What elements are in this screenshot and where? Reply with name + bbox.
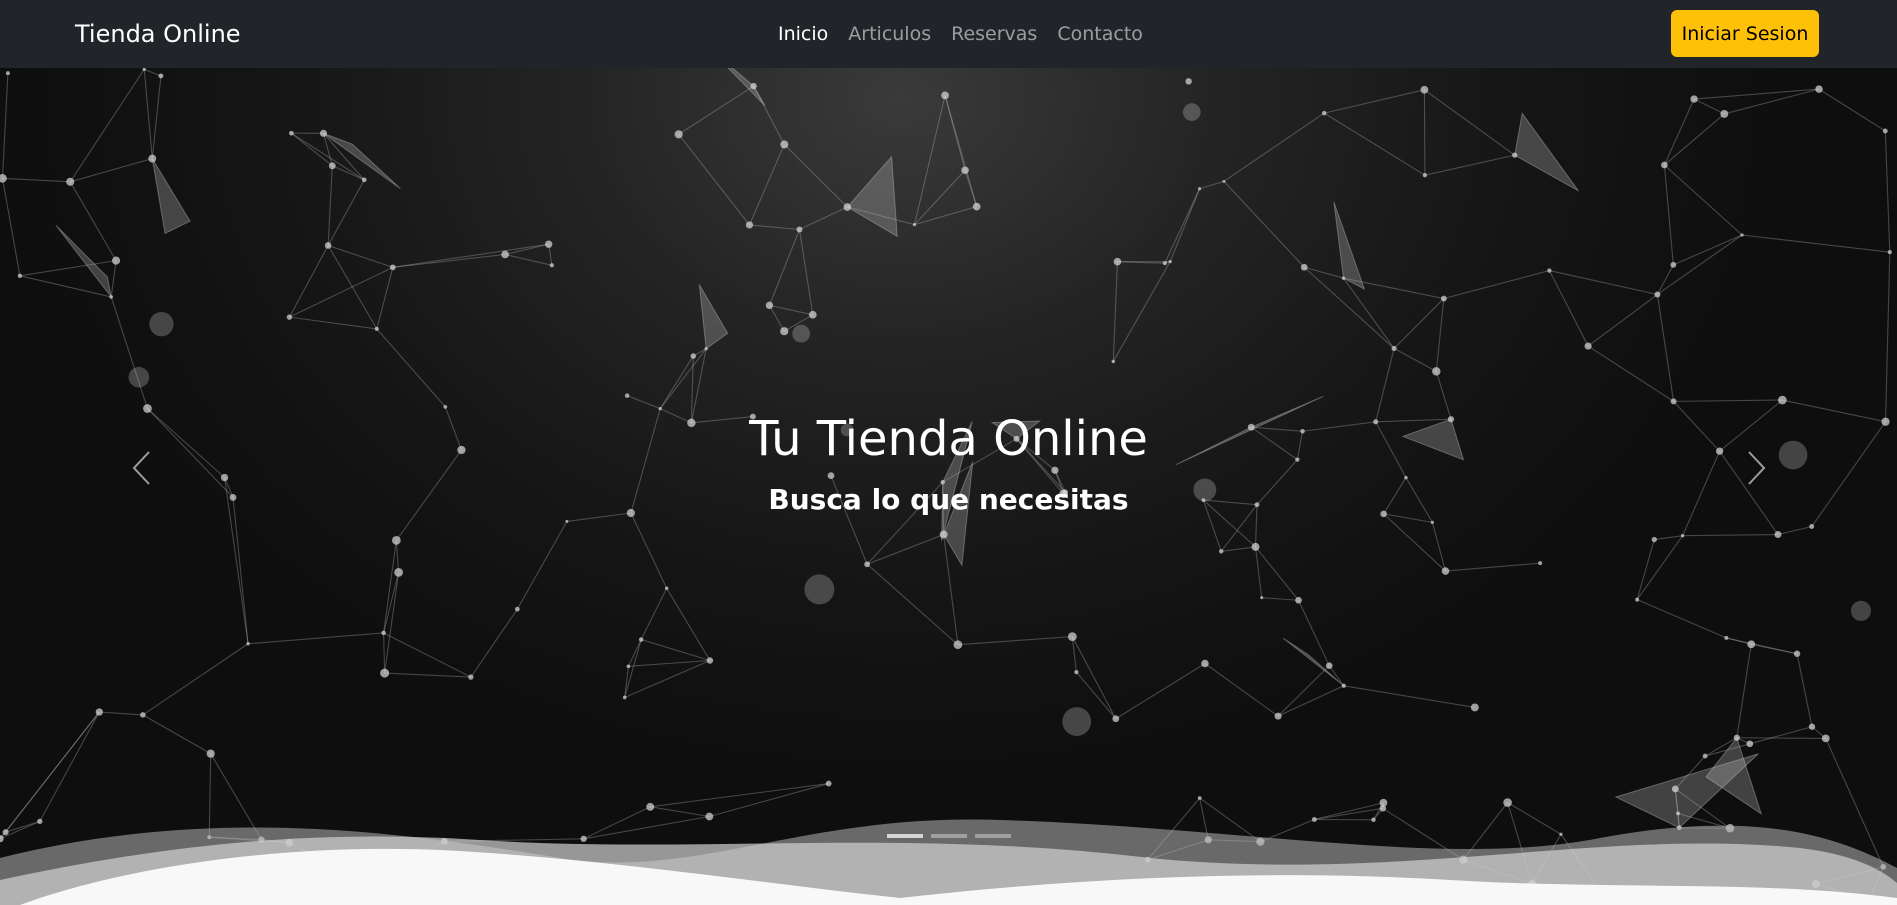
nav-link-articulos[interactable]: Articulos [838, 17, 941, 51]
nav-link-contacto[interactable]: Contacto [1047, 17, 1153, 51]
hero-subtitle: Busca lo que necesitas [768, 483, 1129, 516]
nav-link-inicio[interactable]: Inicio [768, 17, 838, 51]
carousel-prev-button[interactable] [122, 438, 162, 498]
carousel-next-button[interactable] [1736, 438, 1776, 498]
hero-title: Tu Tienda Online [749, 411, 1148, 467]
hero-carousel: Tu Tienda Online Busca lo que necesitas [0, 68, 1897, 905]
carousel-indicators [0, 834, 1897, 840]
carousel-indicator-1[interactable] [886, 834, 923, 838]
brand-logo[interactable]: Tienda Online [75, 17, 241, 51]
carousel-indicator-3[interactable] [974, 834, 1011, 838]
chevron-right-icon [1748, 451, 1766, 485]
carousel-indicator-2[interactable] [930, 834, 967, 838]
navbar: Tienda Online Inicio Articulos Reservas … [0, 0, 1897, 68]
login-button[interactable]: Iniciar Sesion [1671, 10, 1819, 57]
chevron-left-icon [132, 451, 150, 485]
nav-link-reservas[interactable]: Reservas [941, 17, 1047, 51]
nav-links: Inicio Articulos Reservas Contacto [768, 17, 1153, 51]
